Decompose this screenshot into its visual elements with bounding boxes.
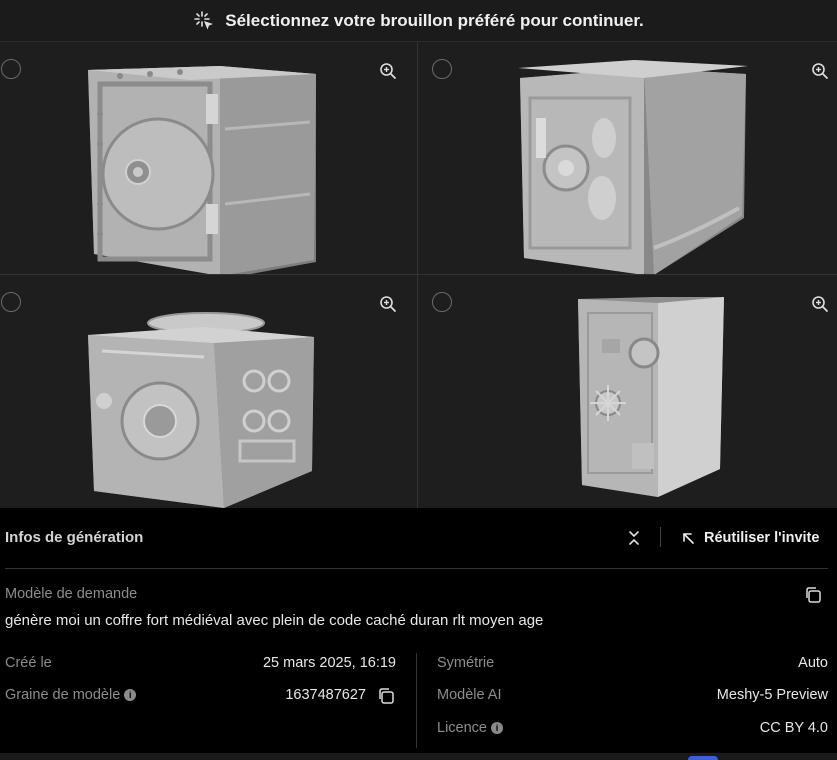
- arrow-up-left-icon: [683, 532, 694, 544]
- safe-model-image: [518, 60, 748, 274]
- column-divider: [416, 653, 417, 748]
- drafts-grid: [0, 42, 837, 508]
- info-icon[interactable]: i: [490, 722, 503, 734]
- reuse-prompt-label: Réutiliser l'invite: [704, 530, 820, 546]
- seed-value: 1637487627: [285, 687, 366, 703]
- draft-card-4[interactable]: [418, 275, 837, 508]
- divider: [5, 568, 828, 569]
- draft-card-3[interactable]: [0, 275, 418, 508]
- draft-3-radio[interactable]: [1, 292, 21, 312]
- license-label-text: Licence: [437, 720, 487, 736]
- safe-model-image: [88, 312, 314, 508]
- draft-2-radio[interactable]: [432, 59, 452, 79]
- created-label-text: Créé le: [5, 655, 52, 671]
- created-label: Créé le: [5, 655, 52, 671]
- reuse-prompt-button[interactable]: Réutiliser l'invite: [682, 527, 819, 549]
- draft-card-1[interactable]: [0, 42, 418, 275]
- page-title: Sélectionnez votre brouillon préféré pou…: [225, 10, 644, 30]
- copy-icon[interactable]: [804, 586, 822, 604]
- zoom-in-icon[interactable]: [811, 62, 829, 80]
- symmetry-label-text: Symétrie: [437, 655, 495, 671]
- zoom-in-icon[interactable]: [379, 62, 397, 80]
- info-icon[interactable]: i: [124, 689, 137, 701]
- draft-1-radio[interactable]: [1, 59, 21, 79]
- safe-model-image: [578, 297, 724, 497]
- info-header: Infos de génération Réutiliser l'invite: [0, 508, 837, 569]
- generation-info-panel: Infos de génération Réutiliser l'invite …: [0, 508, 837, 760]
- ai-model-label-text: Modèle AI: [437, 687, 502, 703]
- prompt-label: Modèle de demande: [5, 586, 138, 602]
- safe-model-image: [88, 66, 316, 274]
- ai-model-value: Meshy-5 Preview: [716, 687, 828, 703]
- symmetry-label: Symétrie: [437, 655, 494, 671]
- symmetry-value: Auto: [798, 655, 828, 671]
- scroll-indicator: [688, 756, 718, 760]
- draft-4-radio[interactable]: [432, 292, 452, 312]
- license-label: Licence i: [437, 720, 503, 736]
- seed-label-text: Graine de modèle: [5, 687, 121, 703]
- seed-label: Graine de modèle i: [5, 687, 137, 703]
- license-value: CC BY 4.0: [759, 720, 828, 736]
- collapse-icon[interactable]: [626, 529, 642, 547]
- draft-card-2[interactable]: [418, 42, 837, 275]
- zoom-in-icon[interactable]: [811, 295, 829, 313]
- created-value: 25 mars 2025, 16:19: [262, 655, 396, 671]
- ai-model-label: Modèle AI: [437, 687, 502, 703]
- info-title: Infos de génération: [5, 529, 144, 546]
- sparkle-cursor-icon: [194, 10, 214, 29]
- header-divider: [660, 527, 661, 547]
- prompt-text: génère moi un coffre fort médiéval avec …: [5, 612, 544, 629]
- zoom-in-icon[interactable]: [379, 295, 397, 313]
- header-bar: Sélectionnez votre brouillon préféré pou…: [0, 0, 837, 42]
- copy-seed-icon[interactable]: [377, 687, 395, 705]
